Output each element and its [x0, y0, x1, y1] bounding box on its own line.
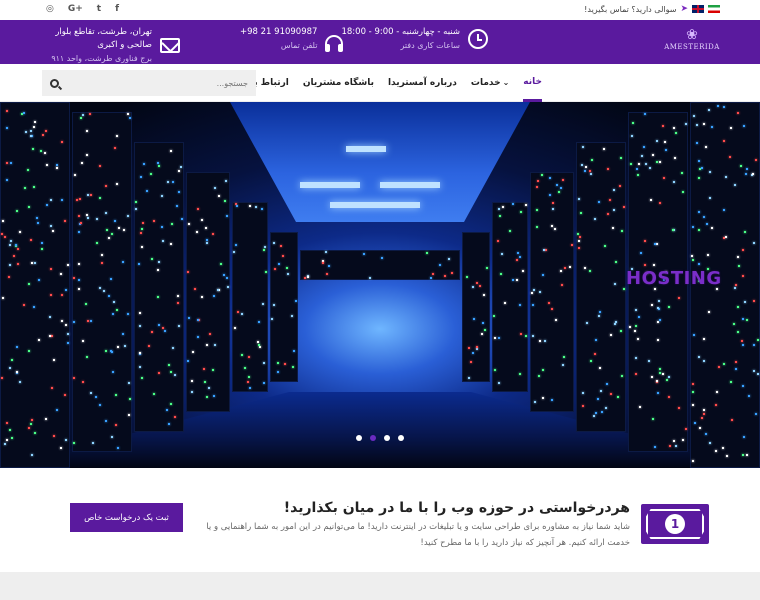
search-input[interactable]: [65, 78, 248, 88]
search-box[interactable]: [42, 70, 256, 96]
address-info: تهران، طرشت، تقاطع بلوار صالحی و اکبری ب…: [40, 26, 180, 65]
hero-caption: HOSTING: [626, 268, 722, 289]
nav-item-home[interactable]: خانه: [523, 64, 542, 102]
facebook-icon[interactable]: f: [115, 3, 119, 15]
server-rack: [134, 142, 184, 432]
search-icon[interactable]: [50, 78, 59, 88]
iran-flag-icon[interactable]: [708, 5, 720, 13]
server-rack: [232, 202, 268, 392]
server-rack: [0, 102, 70, 468]
server-rack: [492, 202, 528, 392]
server-rack: [300, 250, 460, 280]
server-rack: [72, 112, 132, 452]
server-rack: [270, 232, 298, 382]
contact-question[interactable]: سوالی دارید؟ تماس بگیرید!: [584, 5, 676, 14]
nav-item-customer-club[interactable]: باشگاه مشتریان: [303, 64, 374, 102]
office-hours-label: ساعات کاری دفتر: [400, 41, 460, 50]
office-hours-value: شنبه - چهارشنبه - 9:00 - 18:00: [341, 27, 460, 37]
nav-item-services-label: خدمات: [470, 78, 501, 88]
ceiling-light: [346, 146, 386, 152]
special-request-button[interactable]: ثبت یک درخواست خاص: [70, 503, 183, 532]
logo[interactable]: ❀ AMESTERIDA: [664, 27, 720, 51]
hero-slider[interactable]: HOSTING: [0, 102, 760, 468]
ceiling-light: [330, 202, 420, 208]
lotus-icon: ❀: [686, 27, 698, 43]
headset-icon: [325, 35, 344, 52]
logo-text: AMESTERIDA: [664, 43, 720, 51]
cta-text: شاید شما نیاز به مشاوره برای طراحی سایت …: [206, 522, 630, 548]
phone-info: +98 21 91090987 تلفن تماس: [240, 26, 344, 52]
server-rack: [530, 172, 574, 412]
nav-item-services[interactable]: خدمات ⌄: [471, 64, 509, 102]
slider-dot[interactable]: [384, 435, 390, 441]
phone-label: تلفن تماس: [280, 41, 318, 50]
address-value: تهران، طرشت، تقاطع بلوار صالحی و اکبری: [55, 27, 152, 50]
uk-flag-icon[interactable]: [692, 5, 704, 13]
language-and-contact: ➤ سوالی دارید؟ تماس بگیرید!: [584, 4, 720, 14]
clock-icon: [468, 29, 488, 49]
slider-dot[interactable]: [398, 435, 404, 441]
social-links: ◎ G+ t f: [46, 3, 119, 15]
server-rack: [462, 232, 490, 382]
office-hours: شنبه - چهارشنبه - 9:00 - 18:00 ساعات کار…: [341, 26, 488, 52]
twitter-icon[interactable]: t: [97, 3, 101, 15]
server-rack: [576, 142, 626, 432]
slider-dot[interactable]: [356, 435, 362, 441]
header: ❀ AMESTERIDA شنبه - چهارشنبه - 9:00 - 18…: [0, 20, 760, 64]
slider-dot-active[interactable]: [370, 435, 376, 441]
server-rack: [186, 172, 230, 412]
telegram-icon[interactable]: ➤: [680, 4, 688, 14]
slider-dots: [356, 435, 404, 441]
chevron-down-icon: ⌄: [502, 78, 510, 87]
top-bar: ◎ G+ t f ➤ سوالی دارید؟ تماس بگیرید!: [0, 0, 760, 20]
google-plus-icon[interactable]: G+: [68, 3, 83, 15]
envelope-icon: [160, 38, 180, 53]
footer-strip: [0, 572, 760, 600]
money-icon: 1: [641, 504, 709, 544]
ceiling-light: [380, 182, 440, 188]
ceiling-light: [300, 182, 360, 188]
nav-item-about[interactable]: درباره آمستریدا: [388, 64, 457, 102]
cta-title: هردرخواستی در حوزه وب را با ما در میان ب…: [283, 500, 630, 516]
phone-number[interactable]: +98 21 91090987: [240, 26, 317, 39]
instagram-icon[interactable]: ◎: [46, 3, 54, 15]
